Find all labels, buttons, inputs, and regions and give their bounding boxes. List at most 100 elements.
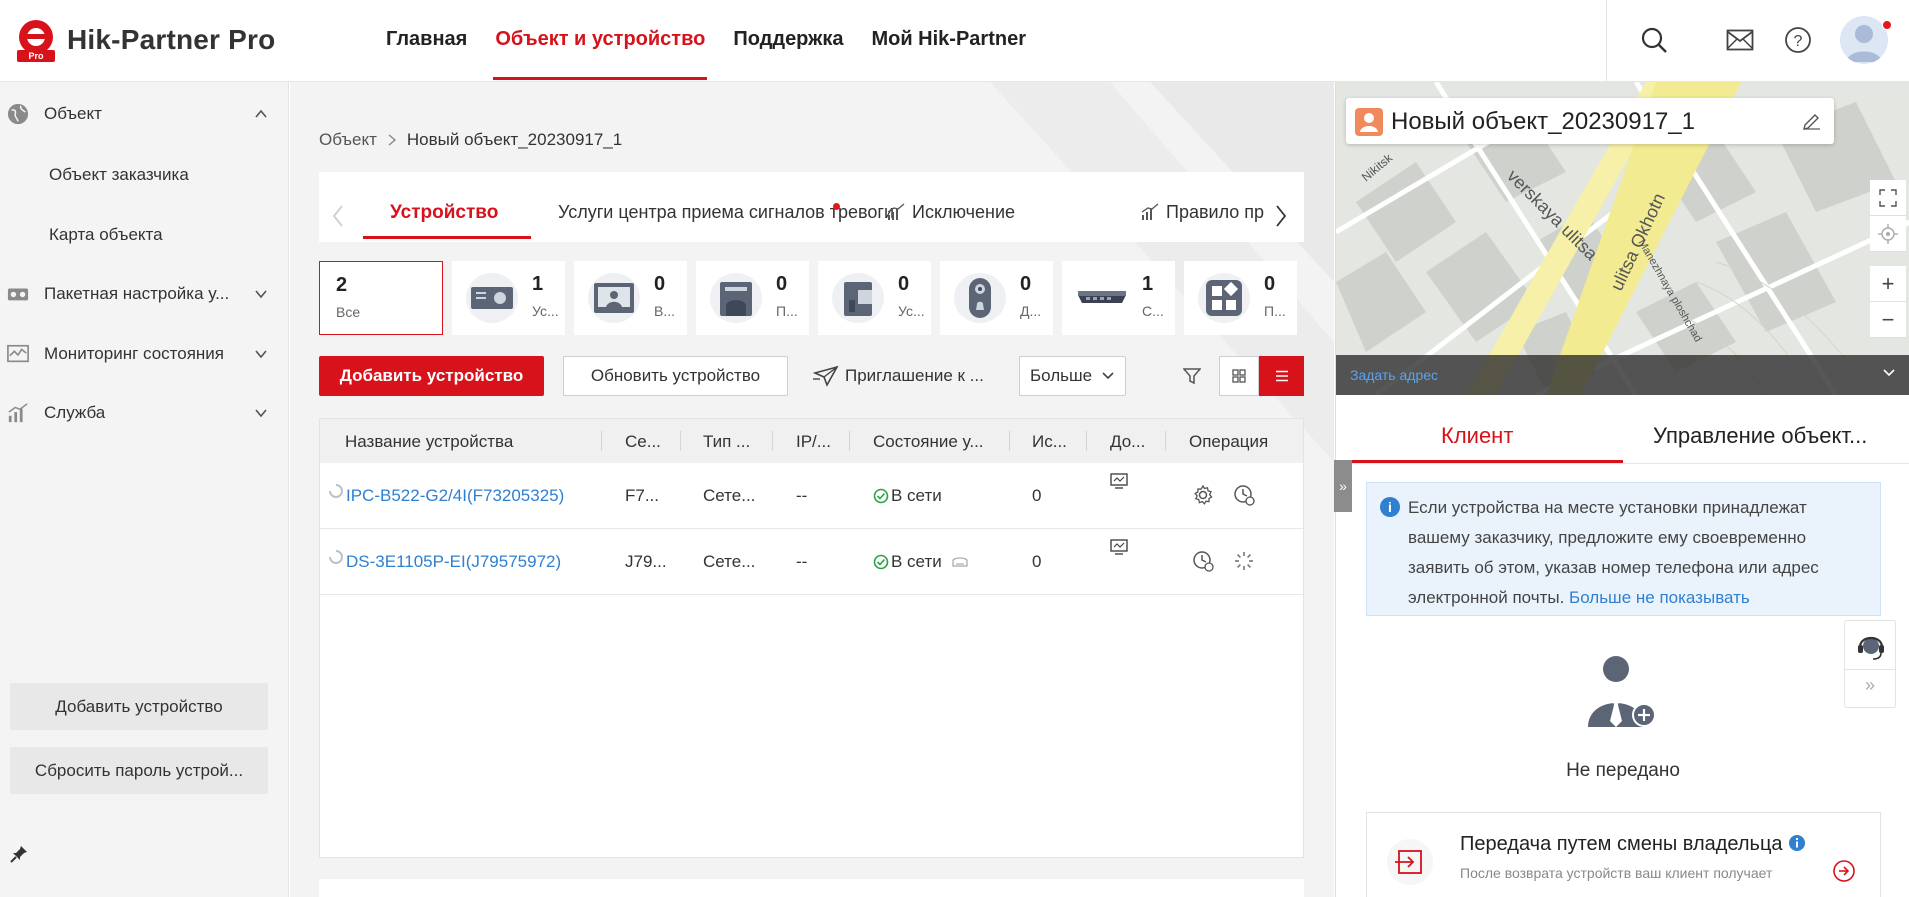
grid-view-icon[interactable] <box>1219 356 1259 396</box>
info-icon[interactable] <box>1788 834 1806 852</box>
breadcrumb-object[interactable]: Объект <box>319 130 377 150</box>
card-label: Все <box>336 304 361 320</box>
help-icon[interactable]: ? <box>1780 22 1816 58</box>
user-avatar[interactable] <box>1840 16 1888 64</box>
sidebar-item-service[interactable]: Служба <box>0 393 289 433</box>
sidebar-item-object[interactable]: Объект <box>0 94 289 134</box>
card-video-intercom[interactable]: 0 В... <box>574 261 687 335</box>
tab-alarm-center[interactable]: Услуги центра приема сигналов тревоги <box>558 202 894 223</box>
col-is[interactable]: Ис... <box>1032 432 1067 452</box>
card-all[interactable]: 2 Все <box>319 261 443 335</box>
col-status[interactable]: Состояние у... <box>873 432 984 452</box>
schedule-clock-icon[interactable] <box>1192 550 1214 572</box>
update-device-button[interactable]: Обновить устройство <box>563 356 788 396</box>
card-alarm-panel[interactable]: 0 П... <box>696 261 809 335</box>
device-table: Название устройства Се... Тип ... IP/...… <box>319 418 1304 858</box>
active-tab-underline <box>363 236 531 239</box>
sidebar-item-monitoring[interactable]: Мониторинг состояния <box>0 334 289 374</box>
tab-exception[interactable]: Исключение <box>912 202 1015 223</box>
list-view-icon[interactable] <box>1259 356 1304 396</box>
nav-my-hik-partner[interactable]: Мой Hik-Partner <box>857 0 1040 82</box>
table-row[interactable]: IPC-B522-G2/4I(F73205325) F7... Сете... … <box>320 463 1303 529</box>
chevron-down-icon <box>255 409 267 418</box>
filter-icon[interactable] <box>1172 356 1212 396</box>
network-switch-icon <box>1072 273 1132 323</box>
collapse-panel-icon[interactable]: » <box>1334 460 1352 512</box>
mail-icon[interactable] <box>1722 22 1758 58</box>
schedule-clock-icon[interactable] <box>1233 484 1255 506</box>
sidebar-reset-password-button[interactable]: Сбросить пароль устрой... <box>10 747 268 794</box>
card-access-control[interactable]: 0 Ус... <box>818 261 931 335</box>
invite-label: Приглашение к ... <box>845 366 984 385</box>
monitor-icon[interactable] <box>1110 539 1128 555</box>
table-row[interactable]: DS-3E1105P-EI(J79575972) J79... Сете... … <box>320 529 1303 595</box>
col-device-name[interactable]: Название устройства <box>345 432 513 452</box>
nav-object-device[interactable]: Объект и устройство <box>481 0 719 82</box>
col-type[interactable]: Тип ... <box>703 432 750 452</box>
card-recorder[interactable]: 1 Ус... <box>452 261 565 335</box>
col-separator <box>601 431 602 451</box>
sidebar-label-batch: Пакетная настройка у... <box>44 284 230 303</box>
device-name-link[interactable]: DS-3E1105P-EI(J79575972) <box>346 552 561 572</box>
device-name-link[interactable]: IPC-B522-G2/4I(F73205325) <box>346 486 564 506</box>
col-do[interactable]: До... <box>1110 432 1145 452</box>
map-address-bar: Задать адрес <box>1336 355 1909 395</box>
dont-show-again-link[interactable]: Больше не показывать <box>1569 588 1750 607</box>
monitor-icon[interactable] <box>1110 473 1128 489</box>
card-label: В... <box>654 303 676 319</box>
zoom-in-icon[interactable]: + <box>1870 266 1906 302</box>
device-serial: F7... <box>625 486 660 505</box>
set-address-link[interactable]: Задать адрес <box>1350 367 1438 383</box>
info-notice: i Если устройства на месте установки при… <box>1366 482 1881 616</box>
pin-icon[interactable] <box>9 844 29 864</box>
invite-button[interactable]: Приглашение к ... <box>813 356 984 396</box>
settings-gear-icon[interactable] <box>1192 484 1214 506</box>
nav-support[interactable]: Поддержка <box>719 0 857 82</box>
device-is: 0 <box>1032 486 1042 505</box>
chevron-down-icon <box>1102 372 1114 380</box>
add-owner-person-icon[interactable] <box>1584 649 1660 731</box>
top-header: Pro Hik-Partner Pro Главная Объект и уст… <box>0 0 1909 82</box>
arrow-right-circle-icon[interactable] <box>1832 859 1856 883</box>
nvr-icon <box>466 273 518 323</box>
sidebar-sub-customer-object[interactable]: Объект заказчика <box>49 165 189 185</box>
chevron-down-icon <box>255 290 267 299</box>
expand-icon[interactable]: » <box>1845 675 1895 696</box>
headset-support-icon[interactable] <box>1855 631 1887 663</box>
card-label: Ус... <box>532 303 559 319</box>
hik-partner-logo[interactable]: Pro <box>14 18 58 62</box>
transfer-ownership-card[interactable]: Передача путем смены владельца После воз… <box>1366 812 1881 897</box>
search-icon[interactable] <box>1636 22 1672 58</box>
tab-object-management[interactable]: Управление объект... <box>1653 423 1867 449</box>
col-ip[interactable]: IP/... <box>796 432 831 452</box>
tab-scroll-right-icon[interactable] <box>1274 204 1288 228</box>
card-doorbell[interactable]: 0 Д... <box>940 261 1053 335</box>
chevron-down-icon[interactable] <box>1882 368 1896 378</box>
object-map[interactable]: verskaya ulitsa ulitsa Okhotn Manezhnaya… <box>1336 82 1909 395</box>
card-other[interactable]: 0 П... <box>1184 261 1297 335</box>
rule-chart-icon <box>1141 203 1159 220</box>
sidebar-sub-object-map[interactable]: Карта объекта <box>49 225 163 245</box>
zoom-out-icon[interactable]: − <box>1870 302 1906 338</box>
tab-rule[interactable]: Правило пр <box>1166 202 1264 223</box>
sidebar-item-batch-config[interactable]: Пакетная настройка у... <box>0 274 289 314</box>
tab-scroll-left-icon[interactable] <box>331 204 345 228</box>
col-serial[interactable]: Се... <box>625 432 661 452</box>
device-toolbar: Добавить устройство Обновить устройство … <box>319 356 1304 396</box>
tab-client[interactable]: Клиент <box>1441 423 1513 449</box>
locate-icon[interactable] <box>1870 216 1906 252</box>
add-device-button[interactable]: Добавить устройство <box>319 356 544 396</box>
sidebar-add-device-button[interactable]: Добавить устройство <box>10 683 268 730</box>
fullscreen-icon[interactable] <box>1870 180 1906 216</box>
card-switch[interactable]: 1 С... <box>1062 261 1175 335</box>
loading-icon <box>329 484 343 498</box>
tab-device[interactable]: Устройство <box>390 202 498 224</box>
more-dropdown[interactable]: Больше <box>1019 356 1126 396</box>
card-label: П... <box>776 303 798 319</box>
edit-pencil-icon[interactable] <box>1802 112 1822 130</box>
svg-text:?: ? <box>1794 33 1803 50</box>
nav-home[interactable]: Главная <box>372 0 481 82</box>
sidebar-label-service: Служба <box>44 403 106 422</box>
spinner-icon[interactable] <box>1233 550 1255 572</box>
status-text: В сети <box>891 486 942 505</box>
